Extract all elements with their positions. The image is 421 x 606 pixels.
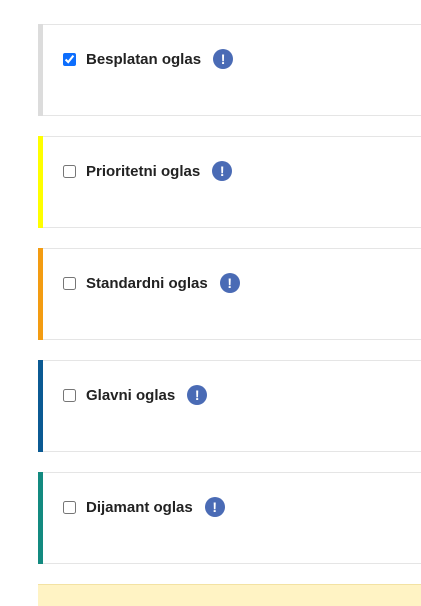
notice-box bbox=[38, 584, 421, 606]
plan-card-prioritetni: Prioritetni oglas ! bbox=[38, 136, 421, 228]
plan-label-besplatan[interactable]: Besplatan oglas bbox=[86, 51, 201, 68]
plan-checkbox-besplatan[interactable] bbox=[63, 52, 76, 66]
plan-checkbox-standardni[interactable] bbox=[63, 276, 76, 290]
plan-checkbox-glavni[interactable] bbox=[63, 388, 76, 402]
exclamation-circle-icon[interactable]: ! bbox=[212, 161, 233, 181]
exclamation-circle-icon[interactable]: ! bbox=[187, 385, 208, 405]
plan-checkbox-prioritetni[interactable] bbox=[63, 164, 76, 178]
plan-checkbox-dijamant[interactable] bbox=[63, 500, 76, 514]
plan-label-dijamant[interactable]: Dijamant oglas bbox=[86, 499, 193, 516]
plan-accent-bar bbox=[38, 136, 43, 228]
exclamation-circle-icon[interactable]: ! bbox=[219, 273, 240, 293]
exclamation-circle-icon[interactable]: ! bbox=[213, 49, 234, 69]
plan-label-standardni[interactable]: Standardni oglas bbox=[86, 275, 208, 292]
exclamation-circle-icon[interactable]: ! bbox=[204, 497, 225, 517]
plan-accent-bar bbox=[38, 360, 43, 452]
plan-accent-bar bbox=[38, 472, 43, 564]
plan-card-dijamant: Dijamant oglas ! bbox=[38, 472, 421, 564]
plan-accent-bar bbox=[38, 24, 43, 116]
plan-card-standardni: Standardni oglas ! bbox=[38, 248, 421, 340]
plan-label-prioritetni[interactable]: Prioritetni oglas bbox=[86, 163, 200, 180]
plan-label-glavni[interactable]: Glavni oglas bbox=[86, 387, 175, 404]
plan-card-besplatan: Besplatan oglas ! bbox=[38, 24, 421, 116]
plan-accent-bar bbox=[38, 248, 43, 340]
plan-card-glavni: Glavni oglas ! bbox=[38, 360, 421, 452]
